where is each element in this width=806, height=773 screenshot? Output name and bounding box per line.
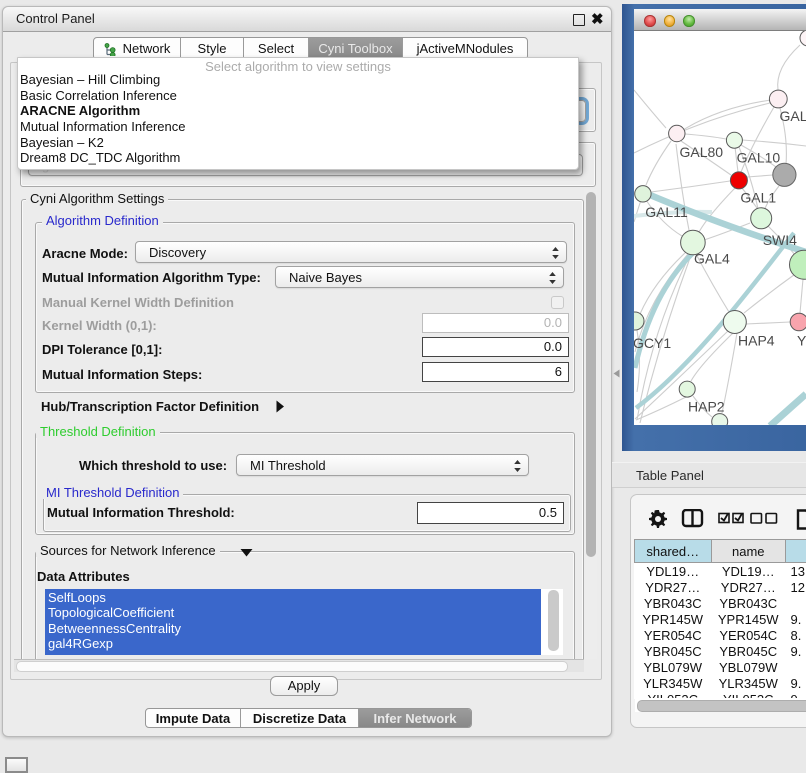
svg-text:GAL10: GAL10 [737, 150, 781, 166]
svg-text:GAL1: GAL1 [740, 190, 776, 206]
svg-text:Y: Y [797, 333, 806, 349]
svg-text:GAL4: GAL4 [694, 251, 730, 267]
svg-text:GAL11: GAL11 [645, 204, 688, 220]
svg-text:GAL80: GAL80 [680, 144, 724, 160]
svg-text:HAP2: HAP2 [688, 399, 725, 415]
svg-text:HAP4: HAP4 [738, 333, 775, 349]
svg-text:GCY1: GCY1 [634, 335, 671, 351]
svg-text:GAL7: GAL7 [780, 108, 806, 124]
svg-text:SWI4: SWI4 [763, 232, 797, 248]
